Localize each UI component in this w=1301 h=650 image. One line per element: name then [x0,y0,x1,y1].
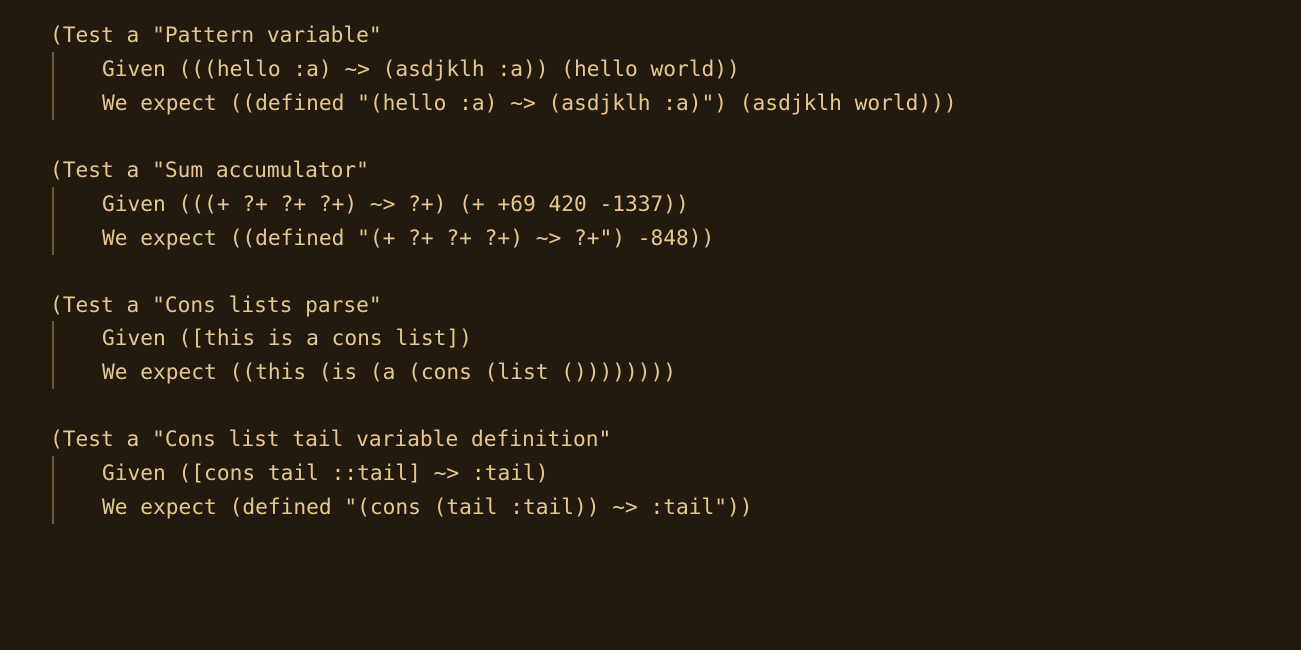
indent-group: Given ([cons tail ::tail] ~> :tail) We e… [52,456,1251,524]
test-head-line: (Test a "Cons list tail variable definit… [50,422,1251,456]
expect-body: ((defined "(hello :a) ~> (asdjklh :a)") … [230,90,957,115]
test-block: (Test a "Pattern variable" Given (((hell… [50,18,1251,120]
given-line: Given ([cons tail ::tail] ~> :tail) [102,456,1251,490]
given-line: Given (((+ ?+ ?+ ?+) ~> ?+) (+ +69 420 -… [102,187,1251,221]
expect-line: We expect ((defined "(+ ?+ ?+ ?+) ~> ?+"… [102,221,1251,255]
expect-line: We expect (defined "(cons (tail :tail)) … [102,490,1251,524]
given-line: Given (((hello :a) ~> (asdjklh :a)) (hel… [102,52,1251,86]
open-paren: (Test a [50,292,152,317]
test-title: "Cons lists parse" [152,292,382,317]
open-paren: (Test a [50,22,152,47]
test-head-line: (Test a "Sum accumulator" [50,153,1251,187]
given-body: (((+ ?+ ?+ ?+) ~> ?+) (+ +69 420 -1337)) [179,191,689,216]
given-body: ([cons tail ::tail] ~> :tail) [179,460,549,485]
open-paren: (Test a [50,157,152,182]
test-head-line: (Test a "Pattern variable" [50,18,1251,52]
given-label: Given [102,191,179,216]
test-block: (Test a "Sum accumulator" Given (((+ ?+ … [50,153,1251,255]
test-title: "Sum accumulator" [152,157,369,182]
expect-body: (defined "(cons (tail :tail)) ~> :tail")… [230,494,753,519]
given-label: Given [102,325,179,350]
test-title: "Cons list tail variable definition" [152,426,611,451]
test-block: (Test a "Cons lists parse" Given ([this … [50,288,1251,390]
test-head-line: (Test a "Cons lists parse" [50,288,1251,322]
given-line: Given ([this is a cons list]) [102,321,1251,355]
indent-group: Given (((hello :a) ~> (asdjklh :a)) (hel… [52,52,1251,120]
test-block: (Test a "Cons list tail variable definit… [50,422,1251,524]
given-label: Given [102,56,179,81]
expect-label: We expect [102,494,230,519]
indent-group: Given (((+ ?+ ?+ ?+) ~> ?+) (+ +69 420 -… [52,187,1251,255]
code-page: (Test a "Pattern variable" Given (((hell… [0,0,1301,524]
given-body: ([this is a cons list]) [179,325,472,350]
expect-body: ((this (is (a (cons (list ()))))))) [230,359,676,384]
expect-body: ((defined "(+ ?+ ?+ ?+) ~> ?+") -848)) [230,225,715,250]
expect-label: We expect [102,225,230,250]
expect-line: We expect ((this (is (a (cons (list ()))… [102,355,1251,389]
test-title: "Pattern variable" [152,22,382,47]
given-body: (((hello :a) ~> (asdjklh :a)) (hello wor… [179,56,740,81]
given-label: Given [102,460,179,485]
open-paren: (Test a [50,426,152,451]
expect-line: We expect ((defined "(hello :a) ~> (asdj… [102,86,1251,120]
expect-label: We expect [102,359,230,384]
expect-label: We expect [102,90,230,115]
indent-group: Given ([this is a cons list]) We expect … [52,321,1251,389]
